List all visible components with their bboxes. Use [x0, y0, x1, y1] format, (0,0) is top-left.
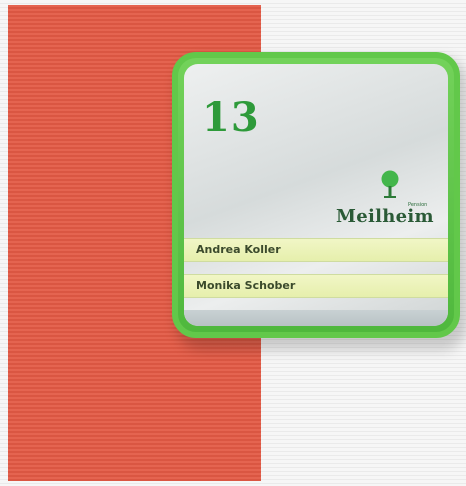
name-strip: Monika Schober: [184, 274, 448, 298]
resident-name: Monika Schober: [196, 279, 296, 292]
sign-face: 13 Pension Meilheim Andrea Koller Monika…: [184, 64, 448, 326]
logo-name: Meilheim: [336, 206, 434, 227]
tree-icon: [381, 170, 399, 198]
door-sign: 13 Pension Meilheim Andrea Koller Monika…: [172, 52, 460, 338]
name-strip: Andrea Koller: [184, 238, 448, 262]
resident-name: Andrea Koller: [196, 243, 281, 256]
sign-bottom-band: [184, 310, 448, 326]
sign-logo: Pension Meilheim: [334, 170, 438, 232]
room-number: 13: [202, 94, 260, 141]
